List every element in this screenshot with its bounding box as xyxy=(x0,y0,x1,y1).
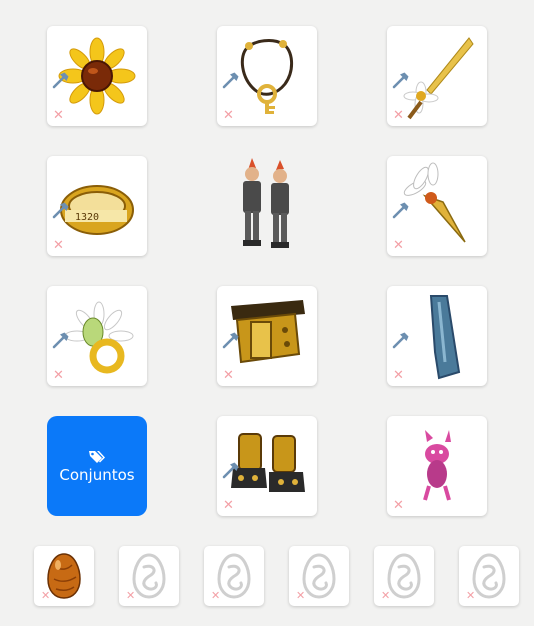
remove-x-icon[interactable]: ✕ xyxy=(53,369,64,382)
craft-hammer-icon[interactable] xyxy=(392,201,410,219)
dofus-slot-1[interactable]: ✕ xyxy=(34,546,94,606)
sets-button[interactable]: Conjuntos xyxy=(47,416,147,516)
tag-icon xyxy=(89,451,105,463)
remove-x-icon[interactable]: ✕ xyxy=(211,590,220,601)
svg-text:1320: 1320 xyxy=(75,212,99,223)
dofus-slot-6[interactable]: ✕ xyxy=(459,546,519,606)
equipment-slot-boots[interactable]: ✕ xyxy=(217,416,317,516)
craft-hammer-icon[interactable] xyxy=(52,71,70,89)
remove-x-icon[interactable]: ✕ xyxy=(393,499,404,512)
craft-hammer-icon[interactable] xyxy=(222,71,240,89)
remove-x-icon[interactable]: ✕ xyxy=(223,499,234,512)
remove-x-icon[interactable]: ✕ xyxy=(223,109,234,122)
remove-x-icon[interactable]: ✕ xyxy=(53,109,64,122)
remove-x-icon[interactable]: ✕ xyxy=(381,590,390,601)
character-figures-icon xyxy=(243,158,289,248)
craft-hammer-icon[interactable] xyxy=(222,331,240,349)
craft-hammer-icon[interactable] xyxy=(222,461,240,479)
dofus-slot-5[interactable]: ✕ xyxy=(374,546,434,606)
dofus-slot-2[interactable]: ✕ xyxy=(119,546,179,606)
remove-x-icon[interactable]: ✕ xyxy=(126,590,135,601)
craft-hammer-icon[interactable] xyxy=(392,71,410,89)
equipment-slot-amulet[interactable]: ✕ xyxy=(47,26,147,126)
equipment-slot-weapon[interactable]: ✕ xyxy=(387,26,487,126)
equipment-slot-amulet-2[interactable]: ✕ xyxy=(217,26,317,126)
sets-button-label: Conjuntos xyxy=(59,466,135,484)
remove-x-icon[interactable]: ✕ xyxy=(393,109,404,122)
craft-hammer-icon[interactable] xyxy=(52,331,70,349)
pink-pet-icon xyxy=(423,430,451,501)
remove-x-icon[interactable]: ✕ xyxy=(393,369,404,382)
dofus-slot-4[interactable]: ✕ xyxy=(289,546,349,606)
remove-x-icon[interactable]: ✕ xyxy=(296,590,305,601)
equipment-slot-ring[interactable]: 1320 ✕ xyxy=(47,156,147,256)
craft-hammer-icon[interactable] xyxy=(392,331,410,349)
character-preview xyxy=(222,156,312,256)
equipment-slot-cape[interactable]: ✕ xyxy=(387,286,487,386)
equipment-slot-pet[interactable]: ✕ xyxy=(387,416,487,516)
equipment-slot-belt[interactable]: ✕ xyxy=(217,286,317,386)
remove-x-icon[interactable]: ✕ xyxy=(41,590,50,601)
remove-x-icon[interactable]: ✕ xyxy=(223,369,234,382)
dofus-slot-3[interactable]: ✕ xyxy=(204,546,264,606)
remove-x-icon[interactable]: ✕ xyxy=(393,239,404,252)
remove-x-icon[interactable]: ✕ xyxy=(53,239,64,252)
craft-hammer-icon[interactable] xyxy=(52,201,70,219)
remove-x-icon[interactable]: ✕ xyxy=(466,590,475,601)
equipment-slot-hat[interactable]: ✕ xyxy=(387,156,487,256)
equipment-slot-ring-2[interactable]: ✕ xyxy=(47,286,147,386)
